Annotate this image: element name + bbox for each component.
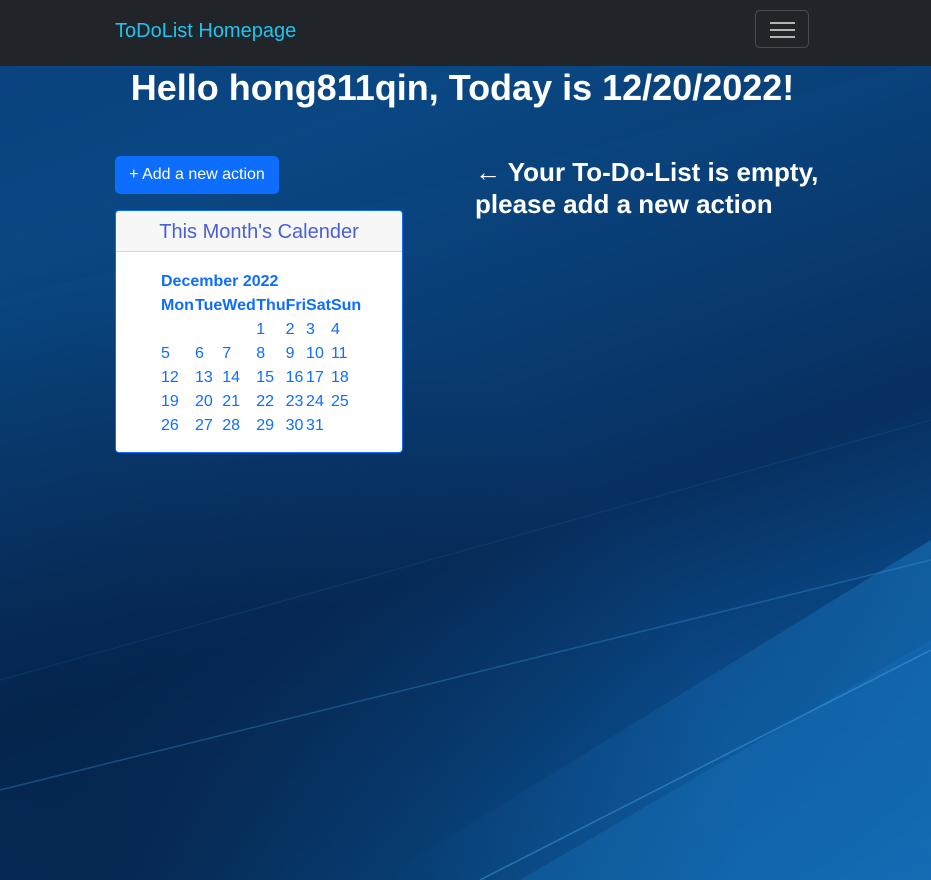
weekday-wed: Wed xyxy=(222,297,256,314)
page-title: Hello hong811qin, Today is 12/20/2022! xyxy=(130,67,795,108)
empty-list-text: Your To-Do-List is empty, please add a n… xyxy=(475,157,819,219)
day-cell: 21 xyxy=(222,393,241,410)
day-cell: 19 xyxy=(161,393,179,410)
day-cell: 6 xyxy=(195,345,204,362)
weekday-mon: Mon xyxy=(161,297,194,314)
calendar-card: This Month's Calender December 2022 Mon … xyxy=(115,210,403,453)
day-cell: 10 xyxy=(306,345,324,362)
weekday-sun: Sun xyxy=(330,297,362,314)
brand-link[interactable]: ToDoList Homepage xyxy=(115,19,296,43)
day-cell: 30 xyxy=(285,417,304,434)
day-cell xyxy=(161,318,195,342)
day-cell: 22 xyxy=(256,393,275,410)
week-row: 19 20 21 22 23 24 25 xyxy=(161,390,361,414)
day-cell: 2 xyxy=(285,321,295,338)
day-cell: 28 xyxy=(222,417,241,434)
weekday-row: Mon Tue Wed Thu Fri Sat Sun xyxy=(161,294,361,318)
day-cell: 27 xyxy=(195,417,213,434)
day-cell: 31 xyxy=(306,417,324,434)
week-row: 26 27 28 29 30 31 xyxy=(161,414,361,438)
day-cell xyxy=(331,414,361,438)
weekday-thu: Thu xyxy=(256,297,286,314)
day-cell: 17 xyxy=(306,369,324,386)
weekday-sat: Sat xyxy=(306,297,331,314)
calendar-month: December 2022 xyxy=(161,273,279,290)
day-cell: 3 xyxy=(306,321,315,338)
add-action-button[interactable]: + Add a new action xyxy=(115,156,279,194)
week-row: 12 13 14 15 16 17 18 xyxy=(161,366,361,390)
day-cell: 26 xyxy=(161,417,179,434)
day-cell: 9 xyxy=(285,345,295,362)
day-cell: 1 xyxy=(256,321,266,338)
day-cell xyxy=(222,318,256,342)
day-cell: 16 xyxy=(285,369,304,386)
day-cell: 20 xyxy=(195,393,213,410)
day-cell: 15 xyxy=(256,369,275,386)
day-cell: 5 xyxy=(161,345,170,362)
day-cell: 13 xyxy=(195,369,213,386)
day-cell: 7 xyxy=(222,345,232,362)
calendar-header: This Month's Calender xyxy=(116,211,402,252)
day-cell: 11 xyxy=(330,345,348,362)
day-cell: 25 xyxy=(330,393,349,410)
weekday-fri: Fri xyxy=(285,297,307,314)
day-cell: 23 xyxy=(285,393,304,410)
empty-list-message: ← Your To-Do-List is empty, please add a… xyxy=(475,156,835,220)
day-cell: 24 xyxy=(306,393,324,410)
day-cell: 29 xyxy=(256,417,275,434)
day-cell: 14 xyxy=(222,369,241,386)
day-cell: 12 xyxy=(161,369,179,386)
navbar: ToDoList Homepage xyxy=(0,0,931,66)
week-row: 5 6 7 8 9 10 11 xyxy=(161,342,361,366)
navbar-toggler-button[interactable] xyxy=(755,10,809,48)
week-row: 1 2 3 4 xyxy=(161,318,361,342)
weekday-tue: Tue xyxy=(195,297,223,314)
day-cell: 8 xyxy=(256,345,266,362)
day-cell xyxy=(195,318,222,342)
day-cell: 4 xyxy=(330,321,340,338)
calendar-table: Mon Tue Wed Thu Fri Sat Sun 1 2 3 4 5 6 … xyxy=(161,294,361,438)
day-cell: 18 xyxy=(330,369,349,386)
left-arrow-icon: ← xyxy=(475,157,501,187)
